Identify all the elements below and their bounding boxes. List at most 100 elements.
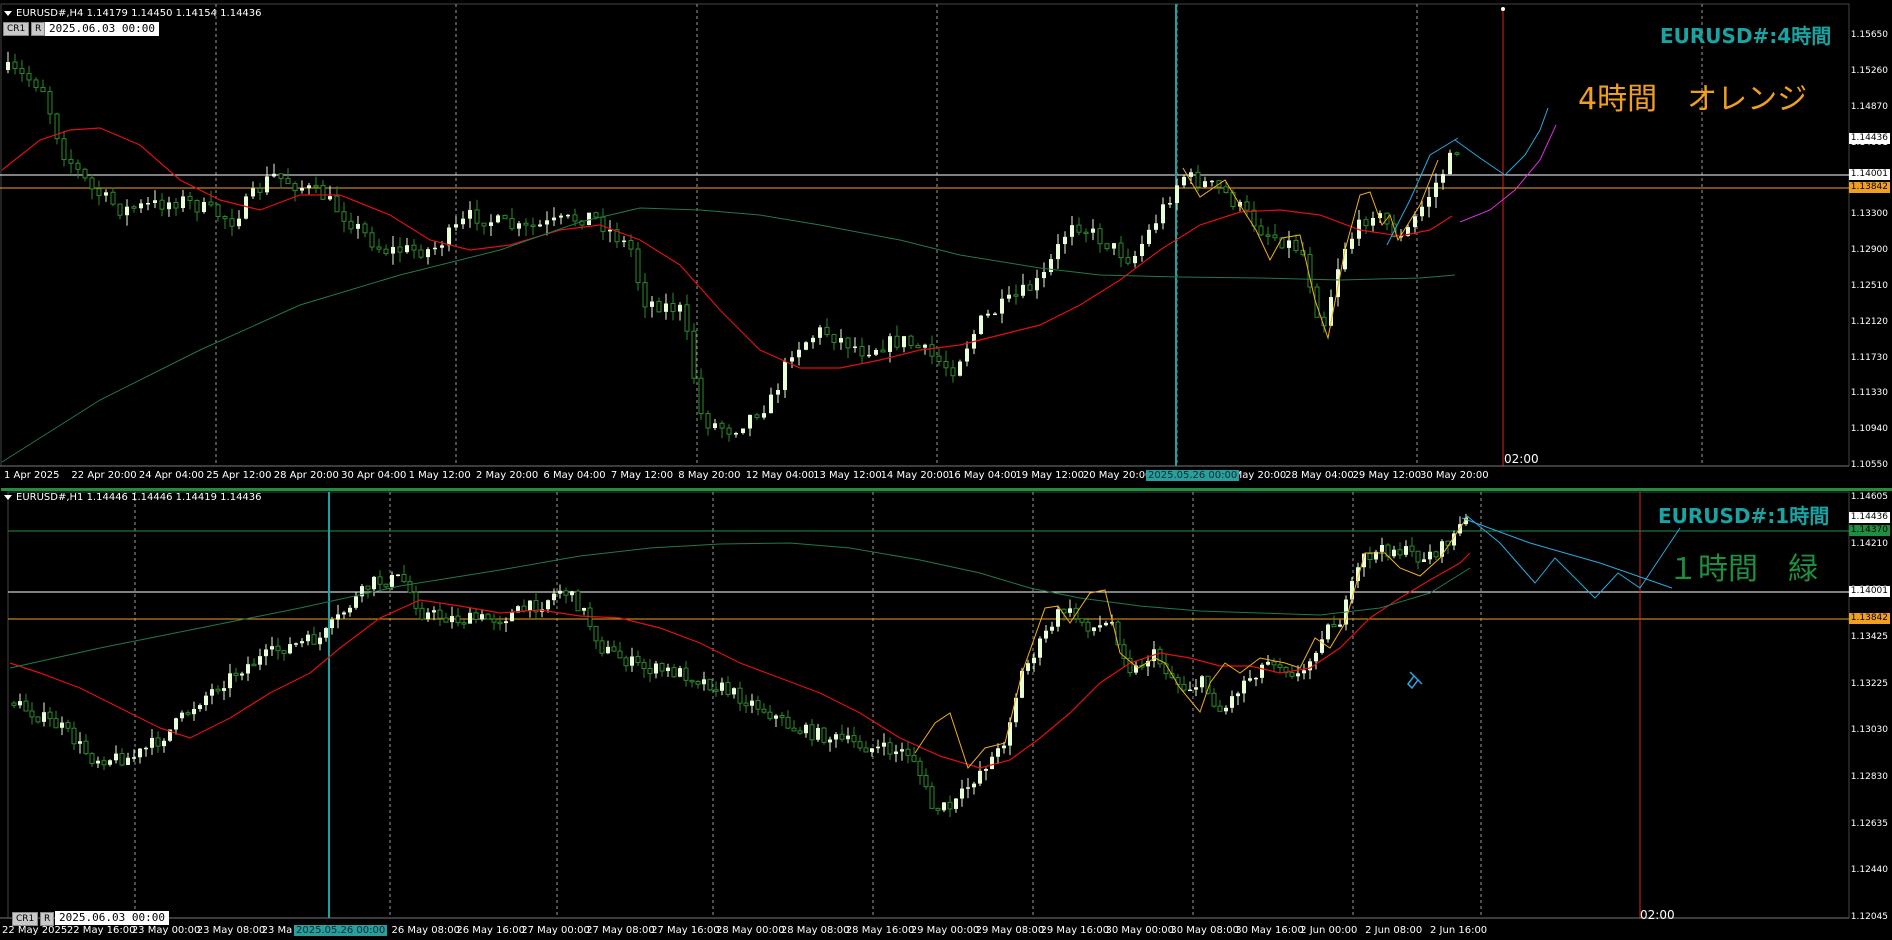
h4-time-tick: 7 May 12:00 <box>610 470 674 481</box>
h4-projection-blue <box>1454 107 1549 176</box>
h1-candle <box>1248 678 1252 681</box>
h4-time-tick: 16 May 04:00 <box>948 470 1017 481</box>
h1-candle <box>1068 608 1072 613</box>
h4-candle <box>664 303 668 312</box>
h4-candle <box>1083 231 1089 235</box>
h1-candle <box>774 715 778 719</box>
h4-candle <box>468 209 472 219</box>
h4-candle <box>628 240 634 250</box>
h1-candle <box>365 585 371 590</box>
h4-time-tick: 1 May 12:00 <box>408 470 471 481</box>
h1-candle <box>1236 693 1240 697</box>
h4-candle <box>608 229 612 232</box>
h1-candle <box>419 607 425 620</box>
h4-candle <box>698 377 704 415</box>
h1-candle <box>630 656 634 666</box>
cr1-button[interactable]: CR1 <box>3 22 30 36</box>
h1-candle <box>258 656 262 665</box>
h1-candle <box>623 657 629 667</box>
h1-time-tick: 29 May 00:00 <box>910 925 980 936</box>
h4-candle <box>593 212 599 218</box>
h4-candle <box>986 313 990 316</box>
h1-candle <box>390 574 394 587</box>
h1-candle <box>251 663 257 667</box>
h1-time-tick: 27 May 00:00 <box>521 925 590 936</box>
h1-candle <box>71 727 77 745</box>
h4-candle <box>202 202 206 213</box>
h4-candle <box>867 354 871 357</box>
h4-time-tick: 14 May 20:00 <box>880 470 950 481</box>
h4-candle <box>965 348 969 362</box>
h1-time-tick: 28 May 16:00 <box>845 925 915 936</box>
h4-symbol-title: EURUSD#:4時間 <box>1660 24 1832 48</box>
h1-candle <box>1038 638 1042 658</box>
h4-candle <box>12 61 18 69</box>
h1-candle <box>528 600 532 611</box>
h1-candle <box>342 612 346 615</box>
h1-candle <box>935 807 941 811</box>
h1-candle <box>215 688 221 692</box>
h1-price-tick: 1.12830 <box>1850 772 1888 782</box>
h4-candle <box>110 191 116 205</box>
h1-candle <box>1044 630 1048 639</box>
h4-candle <box>1420 206 1424 217</box>
collapse-triangle-icon[interactable] <box>4 494 12 500</box>
collapse-triangle-icon[interactable] <box>4 10 12 16</box>
h4-candle <box>874 350 878 355</box>
h1-candle <box>383 583 389 588</box>
h1-candle <box>497 621 503 625</box>
h1-candle <box>324 628 328 638</box>
h4-candle <box>6 62 10 70</box>
h1-candle <box>1415 550 1421 563</box>
h4-candle <box>153 200 157 203</box>
r-button[interactable]: R <box>40 912 55 926</box>
h4-candle <box>523 222 529 226</box>
h1-candle <box>611 646 617 652</box>
h4-candle <box>328 196 332 200</box>
h1-candle <box>1367 553 1373 560</box>
h4-chart-pane[interactable]: EURUSD#,H4 1.14179 1.14450 1.14154 1.144… <box>0 0 1892 488</box>
h1-candle <box>750 700 754 706</box>
h4-candle <box>776 389 780 395</box>
h1-candle <box>1115 621 1121 646</box>
h1-candle <box>491 618 497 623</box>
h4-candle <box>748 414 752 429</box>
h1-candle <box>504 621 508 624</box>
h1-price-tick: 1.12440 <box>1850 865 1888 876</box>
h4-candle <box>418 249 424 258</box>
h1-candle <box>101 760 107 766</box>
cr1-button[interactable]: CR1 <box>12 912 39 926</box>
h4-time-tick: 30 May 20:00 <box>1420 470 1489 481</box>
h4-candle <box>237 218 241 227</box>
h1-price-tick: 1.14605 <box>1850 492 1888 502</box>
h1-candle <box>1230 696 1234 708</box>
h1-ohlc-text: EURUSD#,H1 1.14446 1.14446 1.14419 1.144… <box>16 492 262 503</box>
h1-candle <box>114 753 118 761</box>
h4-candle <box>257 187 263 193</box>
h4-candle <box>1265 234 1271 237</box>
h4-candle <box>880 349 886 353</box>
h1-chart-canvas[interactable] <box>0 488 1892 940</box>
h1-candle <box>954 798 958 809</box>
r-button[interactable]: R <box>31 22 46 36</box>
h4-candle <box>979 315 983 335</box>
h4-candle <box>1027 284 1033 291</box>
h4-candle <box>139 203 143 209</box>
h1-chart-pane[interactable]: EURUSD#,H1 1.14446 1.14446 1.14419 1.144… <box>0 488 1892 940</box>
h1-candle <box>972 783 976 788</box>
h4-candle <box>19 67 25 74</box>
h1-candle <box>1392 549 1396 557</box>
h4-candle <box>1063 236 1067 245</box>
h4-candle <box>1363 219 1369 227</box>
h1-ma-green <box>9 542 1471 669</box>
h4-candle <box>950 367 956 377</box>
h4-candle <box>1251 209 1257 227</box>
h4-candle <box>713 423 717 428</box>
h4-candle <box>670 302 676 313</box>
h4-time-tick: 24 Apr 04:00 <box>138 470 205 481</box>
h4-candle <box>762 413 766 418</box>
h1-candle <box>960 788 964 799</box>
h4-candle <box>517 223 521 229</box>
h4-price-tick: 1.12900 <box>1850 245 1888 255</box>
h1-symbol-title: EURUSD#:1時間 <box>1658 504 1830 528</box>
